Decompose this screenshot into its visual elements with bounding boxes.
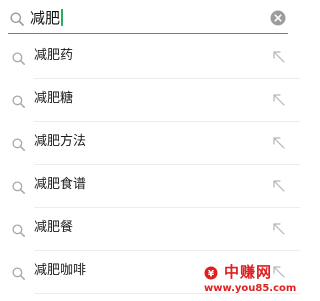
search-underline — [8, 33, 288, 34]
clear-icon — [270, 10, 286, 26]
arrow-up-left-icon[interactable] — [272, 221, 286, 235]
suggestion-label: 减肥药 — [34, 48, 74, 63]
suggestion-label: 减肥咖啡 — [34, 263, 87, 278]
search-icon — [10, 11, 24, 26]
suggestion-item[interactable]: 减肥糖 — [0, 79, 300, 122]
svg-text:¥: ¥ — [208, 270, 215, 280]
suggestion-item[interactable]: 减肥餐 — [0, 208, 300, 251]
suggestion-item[interactable]: 减肥食谱 — [0, 165, 300, 208]
search-icon — [12, 265, 25, 280]
suggestion-label: 减肥餐 — [34, 220, 74, 235]
arrow-up-left-icon[interactable] — [272, 49, 286, 63]
search-icon — [12, 222, 25, 237]
search-bar[interactable]: 减肥 — [0, 0, 300, 36]
search-icon — [12, 136, 25, 151]
suggestion-item[interactable]: 减肥药 — [0, 36, 300, 79]
watermark-url: www.you85.com — [204, 283, 297, 294]
arrow-up-left-icon[interactable] — [272, 135, 286, 149]
search-input[interactable]: 减肥 — [30, 8, 64, 28]
clear-button[interactable] — [270, 10, 286, 26]
arrow-up-left-icon[interactable] — [272, 92, 286, 106]
suggestion-label: 减肥方法 — [34, 134, 87, 149]
search-query-text: 减肥 — [30, 9, 61, 27]
suggestion-label: 减肥食谱 — [34, 177, 87, 192]
watermark: ¥ 中赚网 www.you85.com — [204, 263, 296, 299]
text-cursor — [61, 9, 64, 26]
search-icon — [12, 50, 25, 65]
watermark-logo-icon: ¥ — [204, 265, 218, 280]
suggestion-label: 减肥糖 — [34, 91, 74, 106]
arrow-up-left-icon[interactable] — [272, 178, 286, 192]
search-icon — [12, 179, 25, 194]
watermark-title: 中赚网 — [224, 263, 273, 281]
suggestion-item[interactable]: 减肥方法 — [0, 122, 300, 165]
suggestion-list: 减肥药减肥糖减肥方法减肥食谱减肥餐减肥咖啡 — [0, 36, 300, 294]
search-icon — [12, 93, 25, 108]
